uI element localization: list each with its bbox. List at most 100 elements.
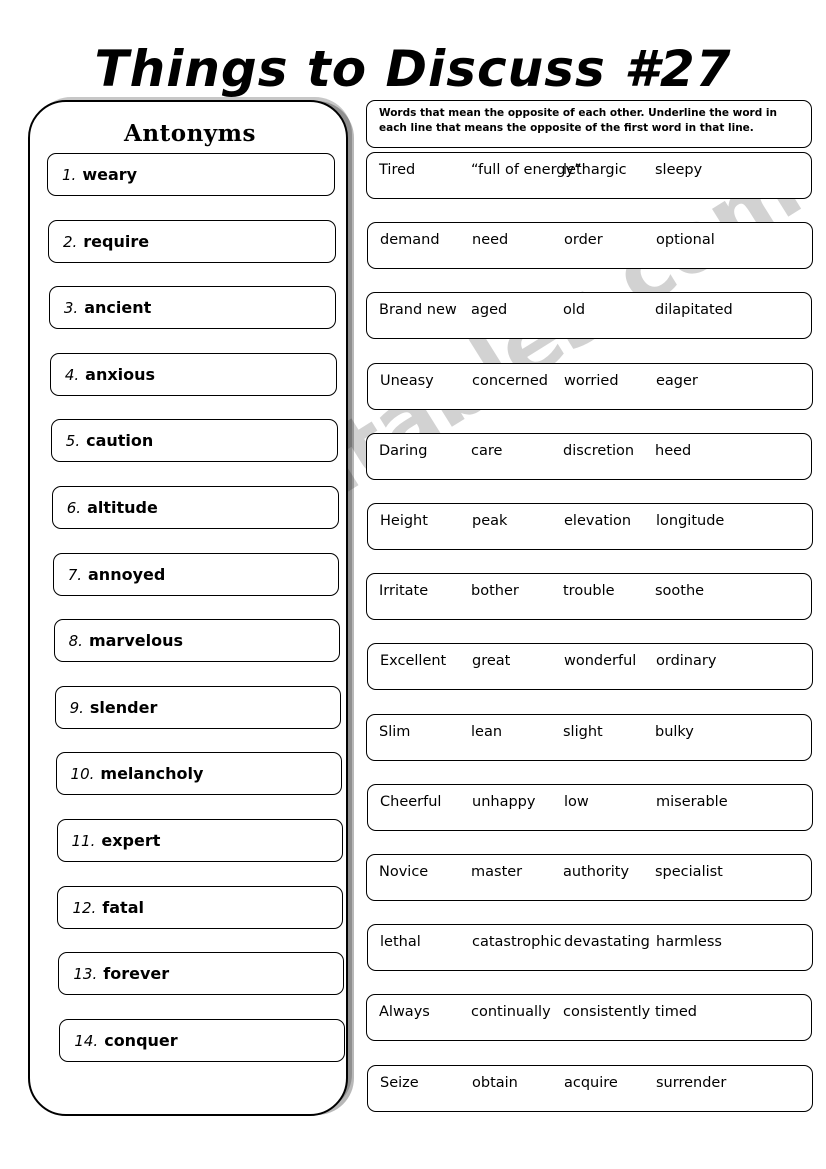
answer-row[interactable]: Uneasy concerned worried eager bbox=[367, 362, 813, 410]
answer-word[interactable]: aged bbox=[471, 302, 507, 318]
answer-word[interactable]: continually bbox=[471, 1004, 551, 1020]
answer-row[interactable]: Seize obtain acquire surrender bbox=[367, 1064, 813, 1112]
antonym-item-label: 5. caution bbox=[52, 431, 154, 450]
antonym-item-label: 14. conquer bbox=[60, 1031, 177, 1050]
antonym-item[interactable]: 6. altitude bbox=[51, 486, 339, 529]
antonym-item[interactable]: 12. fatal bbox=[57, 885, 344, 929]
answer-word[interactable]: timed bbox=[655, 1004, 697, 1020]
antonym-item[interactable]: 8. marvelous bbox=[53, 619, 341, 663]
antonym-item-label: 2. require bbox=[49, 232, 149, 251]
antonym-item-label: 13. forever bbox=[59, 964, 169, 983]
antonym-item-word: forever bbox=[103, 964, 170, 984]
answer-word[interactable]: unhappy bbox=[472, 794, 535, 810]
answer-word[interactable]: Brand new bbox=[379, 302, 457, 318]
answer-word[interactable]: Novice bbox=[379, 864, 428, 880]
answer-word[interactable]: old bbox=[563, 302, 585, 318]
answer-word[interactable]: sleepy bbox=[655, 162, 702, 178]
antonym-item[interactable]: 2. require bbox=[47, 219, 336, 263]
answer-word[interactable]: Always bbox=[379, 1004, 430, 1020]
answer-word[interactable]: bother bbox=[471, 583, 519, 599]
answer-word[interactable]: ordinary bbox=[656, 653, 716, 669]
answer-word[interactable]: devastating bbox=[564, 934, 650, 950]
antonym-item[interactable]: 3. ancient bbox=[48, 286, 337, 330]
answer-word[interactable]: surrender bbox=[656, 1075, 726, 1091]
answer-word[interactable]: soothe bbox=[655, 583, 704, 599]
answer-row[interactable]: Always continually consistently timed bbox=[366, 994, 812, 1042]
answer-word[interactable]: Irritate bbox=[379, 583, 428, 599]
answer-word[interactable]: heed bbox=[655, 443, 691, 459]
antonym-item[interactable]: 10. melancholy bbox=[55, 752, 342, 796]
answer-word[interactable]: lean bbox=[471, 724, 502, 740]
answer-row[interactable]: demand need order optional bbox=[367, 222, 813, 270]
answer-word[interactable]: Height bbox=[380, 513, 428, 529]
answer-row[interactable]: Brand new aged old dilapitated bbox=[366, 292, 812, 340]
antonym-item[interactable]: 13. forever bbox=[58, 952, 344, 996]
answer-word[interactable]: wonderful bbox=[564, 653, 636, 669]
answer-word[interactable]: Excellent bbox=[380, 653, 446, 669]
answer-word[interactable]: acquire bbox=[564, 1075, 618, 1091]
answer-word[interactable]: discretion bbox=[563, 443, 634, 459]
answer-word[interactable]: lethal bbox=[380, 934, 421, 950]
antonym-item[interactable]: 1. weary bbox=[47, 153, 335, 196]
answer-word[interactable]: Daring bbox=[379, 443, 427, 459]
antonym-item[interactable]: 11. expert bbox=[56, 819, 343, 862]
answer-word[interactable]: harmless bbox=[656, 934, 722, 950]
answer-word[interactable]: catastrophic bbox=[472, 934, 562, 950]
answer-word[interactable]: trouble bbox=[563, 583, 615, 599]
antonym-item-number: 6. bbox=[66, 499, 82, 517]
instructions-box: Words that mean the opposite of each oth… bbox=[366, 100, 812, 148]
answer-word[interactable]: low bbox=[564, 794, 589, 810]
antonym-item[interactable]: 5. caution bbox=[50, 419, 338, 463]
answer-word[interactable]: miserable bbox=[656, 794, 728, 810]
antonym-item-number: 11. bbox=[71, 832, 96, 850]
answer-word[interactable]: specialist bbox=[655, 864, 723, 880]
answer-word[interactable]: concerned bbox=[472, 373, 548, 389]
answer-word[interactable]: Slim bbox=[379, 724, 410, 740]
answer-word[interactable]: bulky bbox=[655, 724, 694, 740]
answer-word[interactable]: lethargic bbox=[563, 162, 627, 178]
antonym-item-word: fatal bbox=[102, 897, 144, 917]
answer-word[interactable]: care bbox=[471, 443, 502, 459]
instructions-text: Words that mean the opposite of each oth… bbox=[379, 107, 777, 135]
answer-row[interactable]: Daring care discretion heed bbox=[366, 432, 812, 480]
antonym-item[interactable]: 4. anxious bbox=[49, 352, 338, 396]
antonym-item[interactable]: 9. slender bbox=[54, 685, 341, 729]
answer-word[interactable]: slight bbox=[563, 724, 603, 740]
antonym-item-word: weary bbox=[82, 165, 138, 184]
answer-word[interactable]: dilapitated bbox=[655, 302, 733, 318]
answer-word[interactable]: consistently bbox=[563, 1004, 650, 1020]
antonym-item-label: 11. expert bbox=[58, 831, 161, 850]
answer-word[interactable]: eager bbox=[656, 373, 698, 389]
answer-row[interactable]: lethal catastrophic devastating harmless bbox=[367, 924, 813, 972]
page-title: Things to Discuss #27 bbox=[94, 40, 732, 98]
antonym-item-label: 6. altitude bbox=[53, 498, 158, 517]
answer-word[interactable]: Seize bbox=[380, 1075, 419, 1091]
answer-word[interactable]: demand bbox=[380, 232, 440, 248]
answer-word[interactable]: order bbox=[564, 232, 603, 248]
answer-row[interactable]: Cheerful unhappy low miserable bbox=[367, 783, 813, 831]
antonym-item-number: 13. bbox=[73, 965, 98, 984]
antonym-item[interactable]: 7. annoyed bbox=[52, 552, 340, 596]
answer-row[interactable]: Irritate bother trouble soothe bbox=[366, 573, 812, 621]
answer-row[interactable]: Excellent great wonderful ordinary bbox=[367, 643, 813, 691]
answer-word[interactable]: great bbox=[472, 653, 510, 669]
answer-word[interactable]: authority bbox=[563, 864, 629, 880]
answer-row[interactable]: Slim lean slight bulky bbox=[366, 713, 812, 761]
antonym-item-word: slender bbox=[89, 697, 158, 717]
answer-row[interactable]: Height peak elevation longitude bbox=[367, 503, 813, 550]
antonym-item[interactable]: 14. conquer bbox=[59, 1018, 345, 1062]
answer-word[interactable]: Cheerful bbox=[380, 794, 441, 810]
antonym-item-number: 4. bbox=[64, 365, 80, 384]
answer-word[interactable]: elevation bbox=[564, 513, 631, 529]
answer-row[interactable]: Novice master authority specialist bbox=[366, 854, 812, 901]
answer-word[interactable]: worried bbox=[564, 373, 619, 389]
answer-word[interactable]: need bbox=[472, 232, 508, 248]
answer-word[interactable]: Tired bbox=[379, 162, 415, 178]
answer-word[interactable]: peak bbox=[472, 513, 507, 529]
answer-row[interactable]: Tired “full of energy” lethargic sleepy bbox=[366, 152, 812, 199]
answer-word[interactable]: master bbox=[471, 864, 522, 880]
answer-word[interactable]: Uneasy bbox=[380, 373, 434, 389]
answer-word[interactable]: longitude bbox=[656, 513, 724, 529]
answer-word[interactable]: optional bbox=[656, 232, 715, 248]
answer-word[interactable]: obtain bbox=[472, 1075, 518, 1091]
